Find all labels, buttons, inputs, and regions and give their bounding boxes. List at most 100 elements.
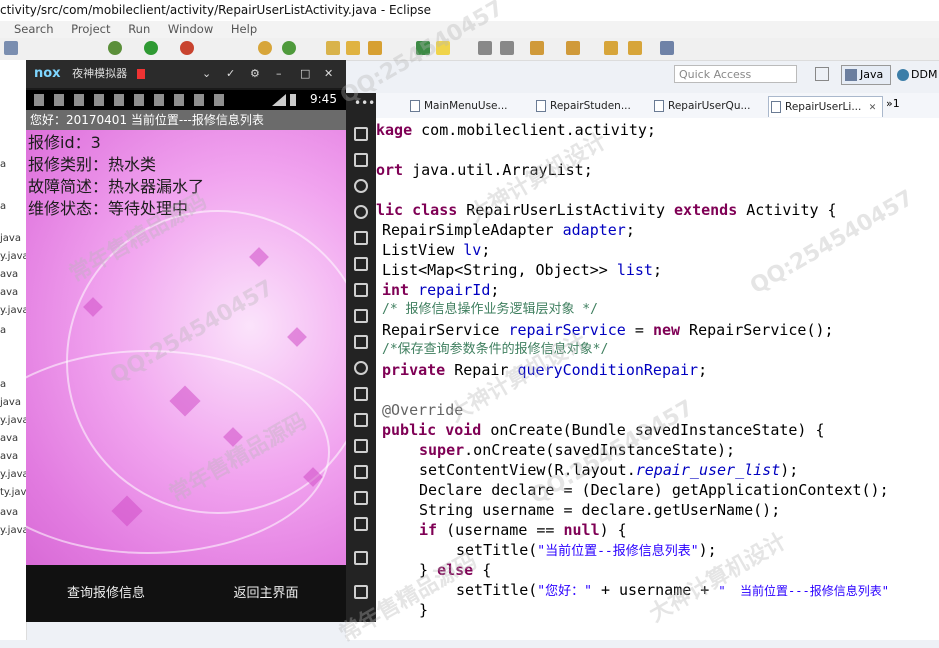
tree-item[interactable]: ava — [0, 432, 18, 446]
perspective-ddms-button[interactable]: DDM — [895, 65, 939, 85]
menu-icon[interactable] — [354, 465, 368, 479]
location-icon[interactable] — [354, 205, 368, 219]
tree-item[interactable]: a — [0, 378, 6, 392]
tree-item[interactable]: a — [0, 200, 6, 214]
back-icon[interactable] — [354, 517, 368, 531]
code-line: Declare declare = (Declare) getApplicati… — [419, 481, 889, 499]
back-to-main-button[interactable]: 返回主界面 — [186, 565, 346, 622]
java-perspective-icon — [845, 69, 857, 81]
emulator-title-bar: nox 夜神模拟器 ⌄ ✓ ⚙ – □ ✕ — [26, 60, 346, 88]
toolbar-prev-annotation-icon[interactable] — [566, 41, 580, 55]
tree-item[interactable]: y.java — [0, 304, 29, 318]
java-file-icon — [771, 101, 781, 113]
close-icon[interactable]: ✕ — [324, 60, 333, 88]
tree-item[interactable]: y.java — [0, 250, 29, 264]
dropdown-icon[interactable]: ⌄ — [202, 60, 211, 88]
tree-item[interactable]: a — [0, 158, 6, 172]
toolbar-mark-icon[interactable] — [416, 41, 430, 55]
code-line: setTitle("您好：" + username + " 当前位置---报修信… — [456, 581, 889, 599]
multi-instance-icon[interactable] — [354, 387, 368, 401]
recent-apps-icon[interactable] — [354, 585, 368, 599]
maximize-icon[interactable]: □ — [300, 60, 310, 88]
app-content-area: 报修id：3 报修类别：热水类 故障简述：热水器漏水了 维修状态：等待处理中 — [26, 130, 346, 565]
toolbar-pin-icon[interactable] — [660, 41, 674, 55]
perspective-java-button[interactable]: Java — [841, 65, 891, 85]
tree-item[interactable]: ava — [0, 286, 18, 300]
tree-item[interactable]: ava — [0, 268, 18, 282]
tab-close-icon[interactable]: ✕ — [869, 103, 877, 113]
phone-icon[interactable] — [354, 127, 368, 141]
tab-mainmenu[interactable]: MainMenuUse... — [408, 96, 508, 116]
minimize-icon[interactable]: – — [276, 60, 282, 88]
app-title-bar: 您好：20170401 当前位置---报修信息列表 — [26, 110, 346, 130]
shake-icon[interactable] — [354, 439, 368, 453]
editor-tab-bar: MainMenuUse... RepairStuden... RepairUse… — [346, 93, 939, 119]
macro-icon[interactable] — [354, 413, 368, 427]
notification-icon — [136, 69, 145, 79]
install-apk-icon[interactable] — [354, 335, 368, 349]
volume-up-icon[interactable] — [354, 283, 368, 297]
battery-icon — [290, 94, 296, 106]
code-editor[interactable]: kage com.mobileclient.activity; ort java… — [346, 118, 939, 640]
toolbar-block-selection-icon[interactable] — [500, 41, 514, 55]
toolbar-next-annotation-icon[interactable] — [530, 41, 544, 55]
toolbar-open-type-icon[interactable] — [326, 41, 340, 55]
scissors-icon[interactable] — [354, 179, 368, 193]
tree-item[interactable]: java — [0, 232, 21, 246]
toolbar-run-icon[interactable] — [144, 41, 158, 55]
tree-item[interactable]: ava — [0, 506, 18, 520]
code-comment: /* 报修信息操作业务逻辑层对象 */ — [382, 302, 598, 317]
tree-item[interactable]: y.java — [0, 468, 29, 482]
tab-overflow-button[interactable]: »1 — [886, 97, 900, 110]
toolbar-debug-icon[interactable] — [108, 41, 122, 55]
open-perspective-icon[interactable] — [815, 67, 829, 81]
tree-item[interactable]: a — [0, 324, 6, 338]
tree-item[interactable]: y.java — [0, 524, 29, 538]
ddms-perspective-icon — [897, 69, 909, 81]
menu-project[interactable]: Project — [71, 21, 110, 38]
toolbar-show-whitespace-icon[interactable] — [478, 41, 492, 55]
settings-icon[interactable]: ⚙ — [250, 60, 260, 88]
tab-label: RepairUserQu... — [668, 100, 751, 112]
tree-item[interactable]: java — [0, 396, 21, 410]
tab-repairuserquery[interactable]: RepairUserQu... — [652, 96, 750, 116]
menu-help[interactable]: Help — [231, 21, 257, 38]
menu-search[interactable]: Search — [14, 21, 54, 38]
tab-repairstudent[interactable]: RepairStuden... — [534, 96, 631, 116]
home-icon[interactable] — [354, 551, 368, 565]
code-comment: /*保存查询参数条件的报修信息对象*/ — [382, 342, 609, 357]
nox-logo: nox — [34, 66, 61, 81]
tree-item[interactable]: y.java — [0, 414, 29, 428]
query-repair-button[interactable]: 查询报修信息 — [26, 565, 186, 622]
status-app-icons — [34, 94, 234, 106]
fullscreen-icon[interactable] — [354, 257, 368, 271]
quick-access-input[interactable]: Quick Access — [674, 65, 797, 83]
toolbar-open-folder-icon[interactable] — [346, 41, 360, 55]
volume-down-icon[interactable] — [354, 309, 368, 323]
toolbar-forward-icon[interactable] — [628, 41, 642, 55]
tab-repairuserlist[interactable]: RepairUserLi... ✕ — [768, 96, 884, 117]
menu-run[interactable]: Run — [128, 21, 150, 38]
java-file-icon — [536, 100, 546, 112]
screen-icon[interactable] — [354, 231, 368, 245]
toolbar-new-class-icon[interactable] — [258, 41, 272, 55]
code-line: public void onCreate(Bundle savedInstanc… — [382, 421, 825, 439]
more-icon[interactable]: ••• — [354, 96, 375, 110]
loading-icon[interactable] — [354, 361, 368, 375]
tree-item[interactable]: ava — [0, 450, 18, 464]
toolbar-external-tools-icon[interactable] — [180, 41, 194, 55]
perspective-java-label: Java — [860, 68, 884, 81]
keyboard-icon[interactable] — [354, 153, 368, 167]
toolbar-highlight-icon[interactable] — [436, 41, 450, 55]
menu-window[interactable]: Window — [168, 21, 213, 38]
toolbar-back-icon[interactable] — [604, 41, 618, 55]
toolbar-search-icon[interactable] — [368, 41, 382, 55]
home-split-icon[interactable] — [354, 491, 368, 505]
android-status-bar: 9:45 — [26, 90, 346, 110]
toolbar-new-package-icon[interactable] — [282, 41, 296, 55]
status-time: 9:45 — [310, 92, 337, 106]
emulator-side-toolbar: ••• — [346, 93, 376, 622]
code-line: setTitle("当前位置--报修信息列表"); — [456, 541, 717, 559]
toolbar-save-icon[interactable] — [4, 41, 18, 55]
pin-icon[interactable]: ✓ — [226, 60, 235, 88]
